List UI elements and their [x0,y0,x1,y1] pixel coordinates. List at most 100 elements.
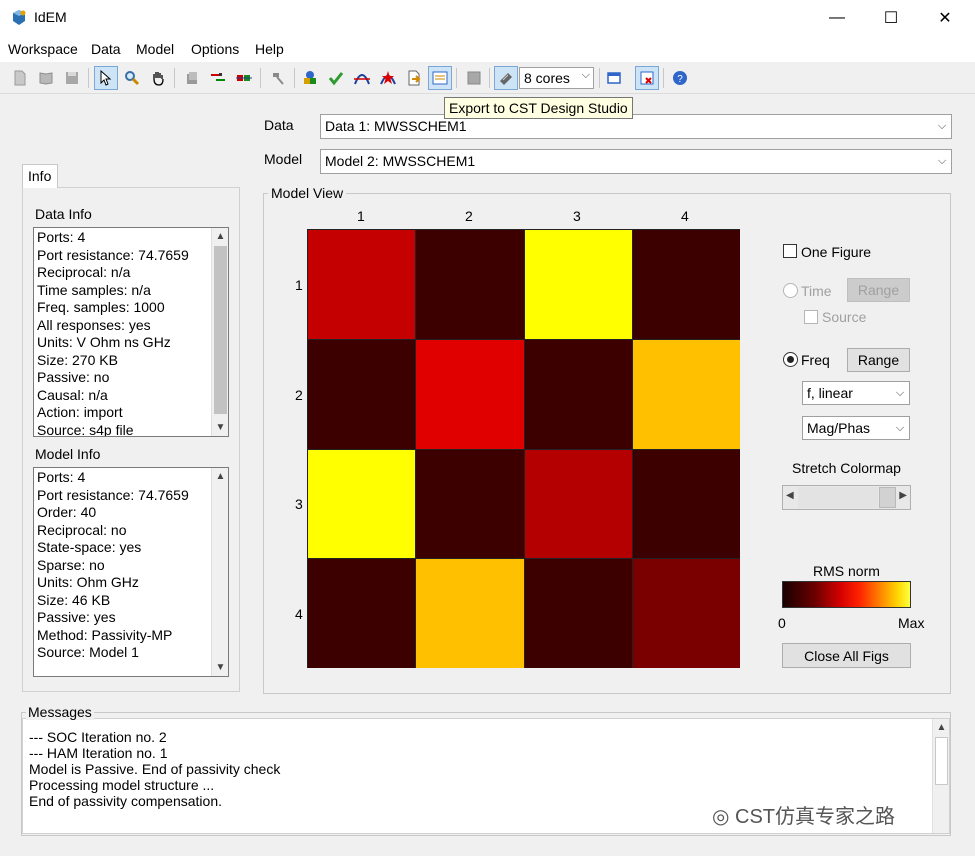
matrix-cell[interactable] [632,339,740,449]
passivity-check-button[interactable] [324,66,348,90]
scroll-down-icon[interactable]: ▼ [212,419,228,436]
model-select-value: Model 2: MWSSCHEM1 [325,153,476,169]
data-info-list[interactable]: Ports: 4 Port resistance: 74.7659 Recipr… [33,227,229,437]
tool-button-lines[interactable] [206,66,230,90]
scroll-up-icon[interactable]: ▲ [212,468,228,485]
scale-select-value: f, linear [807,385,853,401]
tool-button-curve[interactable] [350,66,374,90]
colorbar [782,581,911,608]
matrix-cell[interactable] [308,559,416,668]
tool-button-square[interactable] [462,66,486,90]
list-item: Passive: yes [37,609,116,625]
list-item: Reciprocal: n/a [37,264,131,280]
data-info-scrollbar[interactable]: ▲ ▼ [211,228,228,436]
tool-button-star[interactable] [376,66,400,90]
source-checkbox[interactable] [804,310,818,324]
menu-model[interactable]: Model [136,41,174,57]
export-file-button[interactable] [402,66,426,90]
curve-icon [354,74,370,85]
matrix-cell[interactable] [416,230,524,339]
tab-info[interactable]: Info [22,164,58,188]
chevron-down-icon: ⌵ [895,386,905,399]
menu-options[interactable]: Options [191,41,239,57]
help-button[interactable]: ? [668,66,692,90]
menu-bar: Workspace Data Model Options Help [0,36,975,62]
pan-tool-button[interactable] [146,66,170,90]
matrix-cell[interactable] [308,230,416,339]
list-item: Source: Model 1 [37,644,139,660]
cores-select[interactable]: 8 cores ⌵ [519,67,594,89]
tooltip: Export to CST Design Studio [444,97,633,119]
chevron-right-icon[interactable]: ▶ [899,490,907,501]
matrix-cell[interactable] [524,449,632,559]
tool-button-hammer[interactable] [266,66,290,90]
model-select[interactable]: Model 2: MWSSCHEM1 ⌵ [320,149,952,174]
message-line: --- HAM Iteration no. 1 [29,745,168,761]
new-file-button[interactable] [8,66,32,90]
menu-help[interactable]: Help [255,41,284,57]
matrix-cell[interactable] [524,230,632,339]
matrix-cell[interactable] [416,449,524,559]
menu-workspace[interactable]: Workspace [8,41,78,57]
matrix-cell[interactable] [416,559,524,668]
multicore-button[interactable] [494,66,518,90]
star-curve-icon [380,71,396,85]
one-figure-checkbox[interactable] [783,244,797,258]
chevron-down-icon: ⌵ [895,421,905,434]
matrix-cell[interactable] [416,339,524,449]
scroll-down-icon[interactable]: ▼ [212,659,228,676]
matrix-cell[interactable] [632,559,740,668]
scale-select[interactable]: f, linear ⌵ [802,381,910,405]
matrix-cell[interactable] [308,339,416,449]
list-item: Source: s4p file [37,421,134,437]
minimize-button[interactable]: — [814,0,860,36]
close-all-figs-button[interactable]: Close All Figs [782,643,911,668]
close-windows-button[interactable] [635,66,659,90]
export-cst-button[interactable] [428,66,452,90]
pointer-tool-button[interactable] [94,66,118,90]
matrix-cell[interactable] [524,559,632,668]
open-book-icon [39,72,53,85]
data-select[interactable]: Data 1: MWSSCHEM1 ⌵ [320,114,952,139]
time-radio[interactable] [783,283,798,298]
message-line: Processing model structure ... [29,777,215,793]
scroll-thumb[interactable] [935,737,948,785]
matrix-cell[interactable] [632,449,740,559]
scroll-up-icon[interactable]: ▲ [212,228,228,245]
freq-radio[interactable] [783,352,798,367]
model-info-list[interactable]: Ports: 4 Port resistance: 74.7659 Order:… [33,467,229,677]
row-label: 1 [295,277,303,293]
format-select[interactable]: Mag/Phas ⌵ [802,416,910,440]
lines-icon [211,73,225,81]
slider-thumb[interactable] [879,487,896,508]
stretch-colormap-slider[interactable]: ◀ ▶ [782,485,911,510]
list-item: Reciprocal: no [37,521,127,538]
zoom-tool-button[interactable] [120,66,144,90]
watermark: ◎ CST仿真专家之路 [712,800,895,829]
list-item: Freq. samples: 1000 [37,299,165,315]
chevron-left-icon[interactable]: ◀ [786,490,794,501]
matrix-cell[interactable] [308,449,416,559]
scroll-thumb[interactable] [214,246,227,414]
cores-value: 8 cores [524,70,570,86]
magnifier-icon [125,71,140,86]
maximize-button[interactable]: ☐ [868,0,914,36]
tool-button-blocks[interactable] [232,66,256,90]
matrix-cell[interactable] [632,230,740,339]
tool-button-copy[interactable] [180,66,204,90]
open-file-button[interactable] [34,66,58,90]
scroll-up-icon[interactable]: ▲ [933,719,950,736]
messages-scrollbar[interactable]: ▲ [932,719,949,833]
freq-range-button[interactable]: Range [847,348,910,372]
menu-data[interactable]: Data [91,41,121,57]
list-item: Time samples: n/a [37,281,151,298]
save-button[interactable] [60,66,84,90]
tool-button-shapes[interactable] [298,66,322,90]
close-button[interactable]: ✕ [922,0,968,36]
checkmark-icon [328,72,344,86]
model-info-scrollbar[interactable]: ▲ ▼ [211,468,228,676]
window-button[interactable] [602,66,626,90]
time-range-button[interactable]: Range [847,278,910,302]
list-item: Causal: n/a [37,386,108,403]
matrix-cell[interactable] [524,339,632,449]
